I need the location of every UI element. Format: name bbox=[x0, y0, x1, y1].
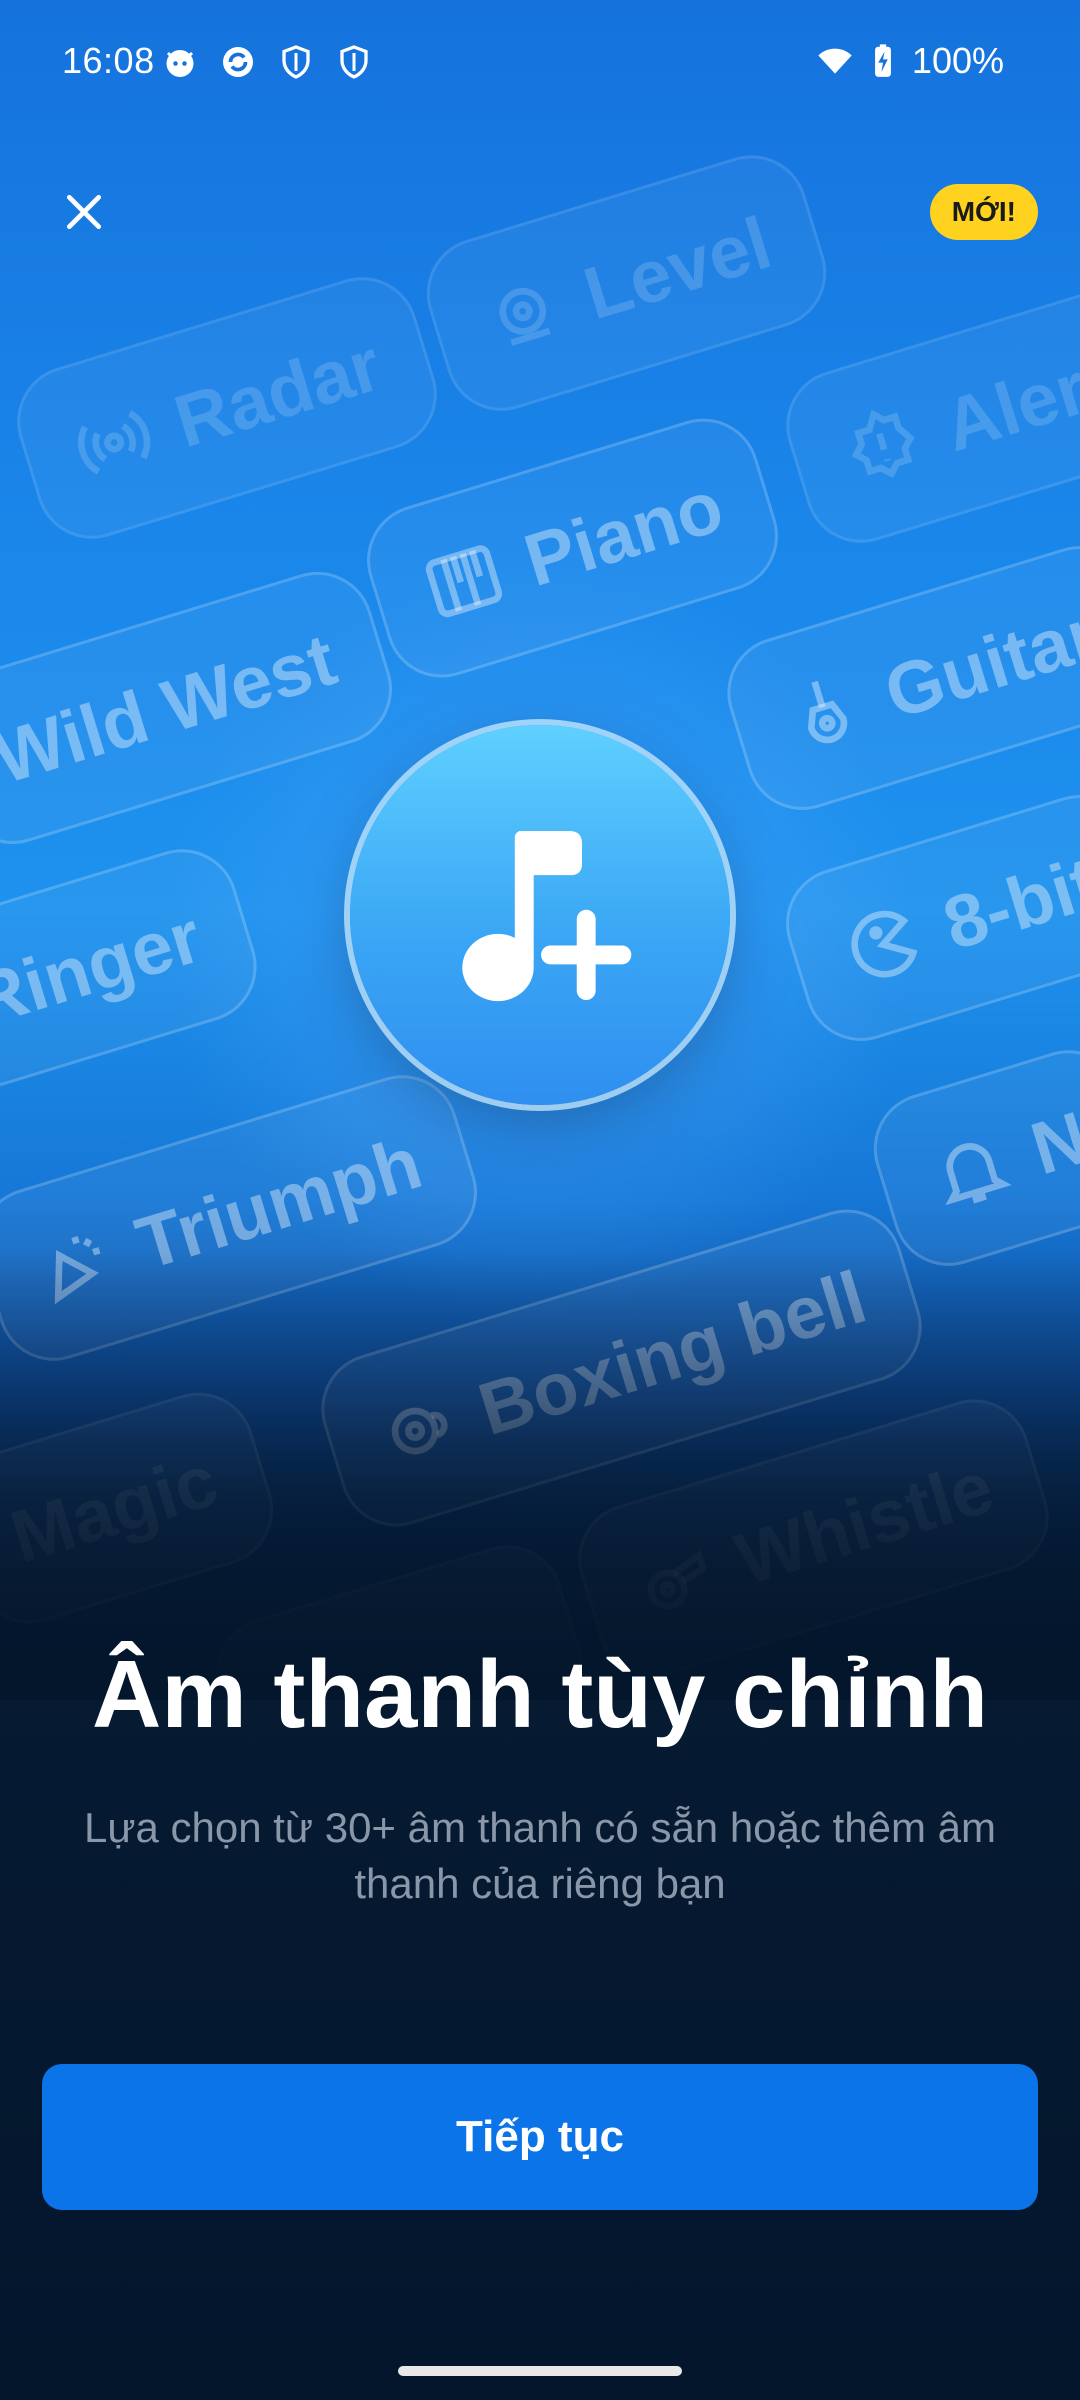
party-icon bbox=[54, 1236, 101, 1305]
notification-icons bbox=[162, 44, 372, 80]
sound-chip-level: Level bbox=[412, 141, 841, 425]
sync-icon bbox=[223, 47, 253, 77]
bell-icon bbox=[945, 1143, 1012, 1206]
new-badge: MỚI! bbox=[929, 184, 1038, 240]
pacman-icon bbox=[851, 910, 918, 978]
page-subtitle: Lựa chọn từ 30+ âm thanh có sẵn hoặc thê… bbox=[84, 1804, 996, 1907]
whistle-icon bbox=[647, 1550, 707, 1610]
sound-chip-ringer: Ringer bbox=[0, 835, 271, 1101]
battery-charging-icon bbox=[875, 44, 891, 77]
wifi-icon bbox=[818, 48, 852, 74]
sound-chip-wild-west: Wild West bbox=[0, 558, 406, 858]
sound-chip-piano: Piano bbox=[353, 404, 793, 692]
sound-chip-radar: Radar bbox=[3, 263, 451, 553]
battery-level: 100% bbox=[911, 40, 1004, 81]
close-button[interactable] bbox=[52, 180, 116, 244]
bell-icon bbox=[499, 287, 551, 346]
sound-chip-8-bit: 8-bit bbox=[772, 781, 1080, 1055]
guitar-icon bbox=[807, 680, 848, 744]
shield-icon bbox=[340, 45, 368, 79]
close-icon bbox=[66, 194, 102, 230]
shield-icon bbox=[282, 45, 310, 79]
sound-chip-magic: Magic bbox=[0, 1378, 287, 1638]
cat-face-icon bbox=[166, 50, 194, 77]
radar-icon bbox=[77, 410, 151, 475]
system-status: 100% bbox=[816, 40, 1004, 82]
piano-icon bbox=[425, 545, 503, 618]
hero-icon-circle bbox=[350, 725, 730, 1105]
status-bar: 16:08 100% bbox=[0, 0, 1080, 130]
sound-chip-triumph: Triumph bbox=[0, 1061, 491, 1375]
music-note-plus-icon bbox=[462, 831, 632, 1002]
status-time: 16:08 bbox=[62, 40, 155, 81]
boxing-bell-icon bbox=[391, 1407, 448, 1455]
alert-badge-icon bbox=[851, 409, 915, 479]
home-indicator[interactable] bbox=[398, 2366, 682, 2376]
continue-button[interactable]: Tiếp tục bbox=[42, 2064, 1038, 2210]
sound-chip-guitar: Guitar bbox=[713, 532, 1080, 824]
page-title: Âm thanh tùy chỉnh bbox=[92, 1641, 988, 1748]
sound-chip-alert: Alert bbox=[772, 279, 1080, 557]
